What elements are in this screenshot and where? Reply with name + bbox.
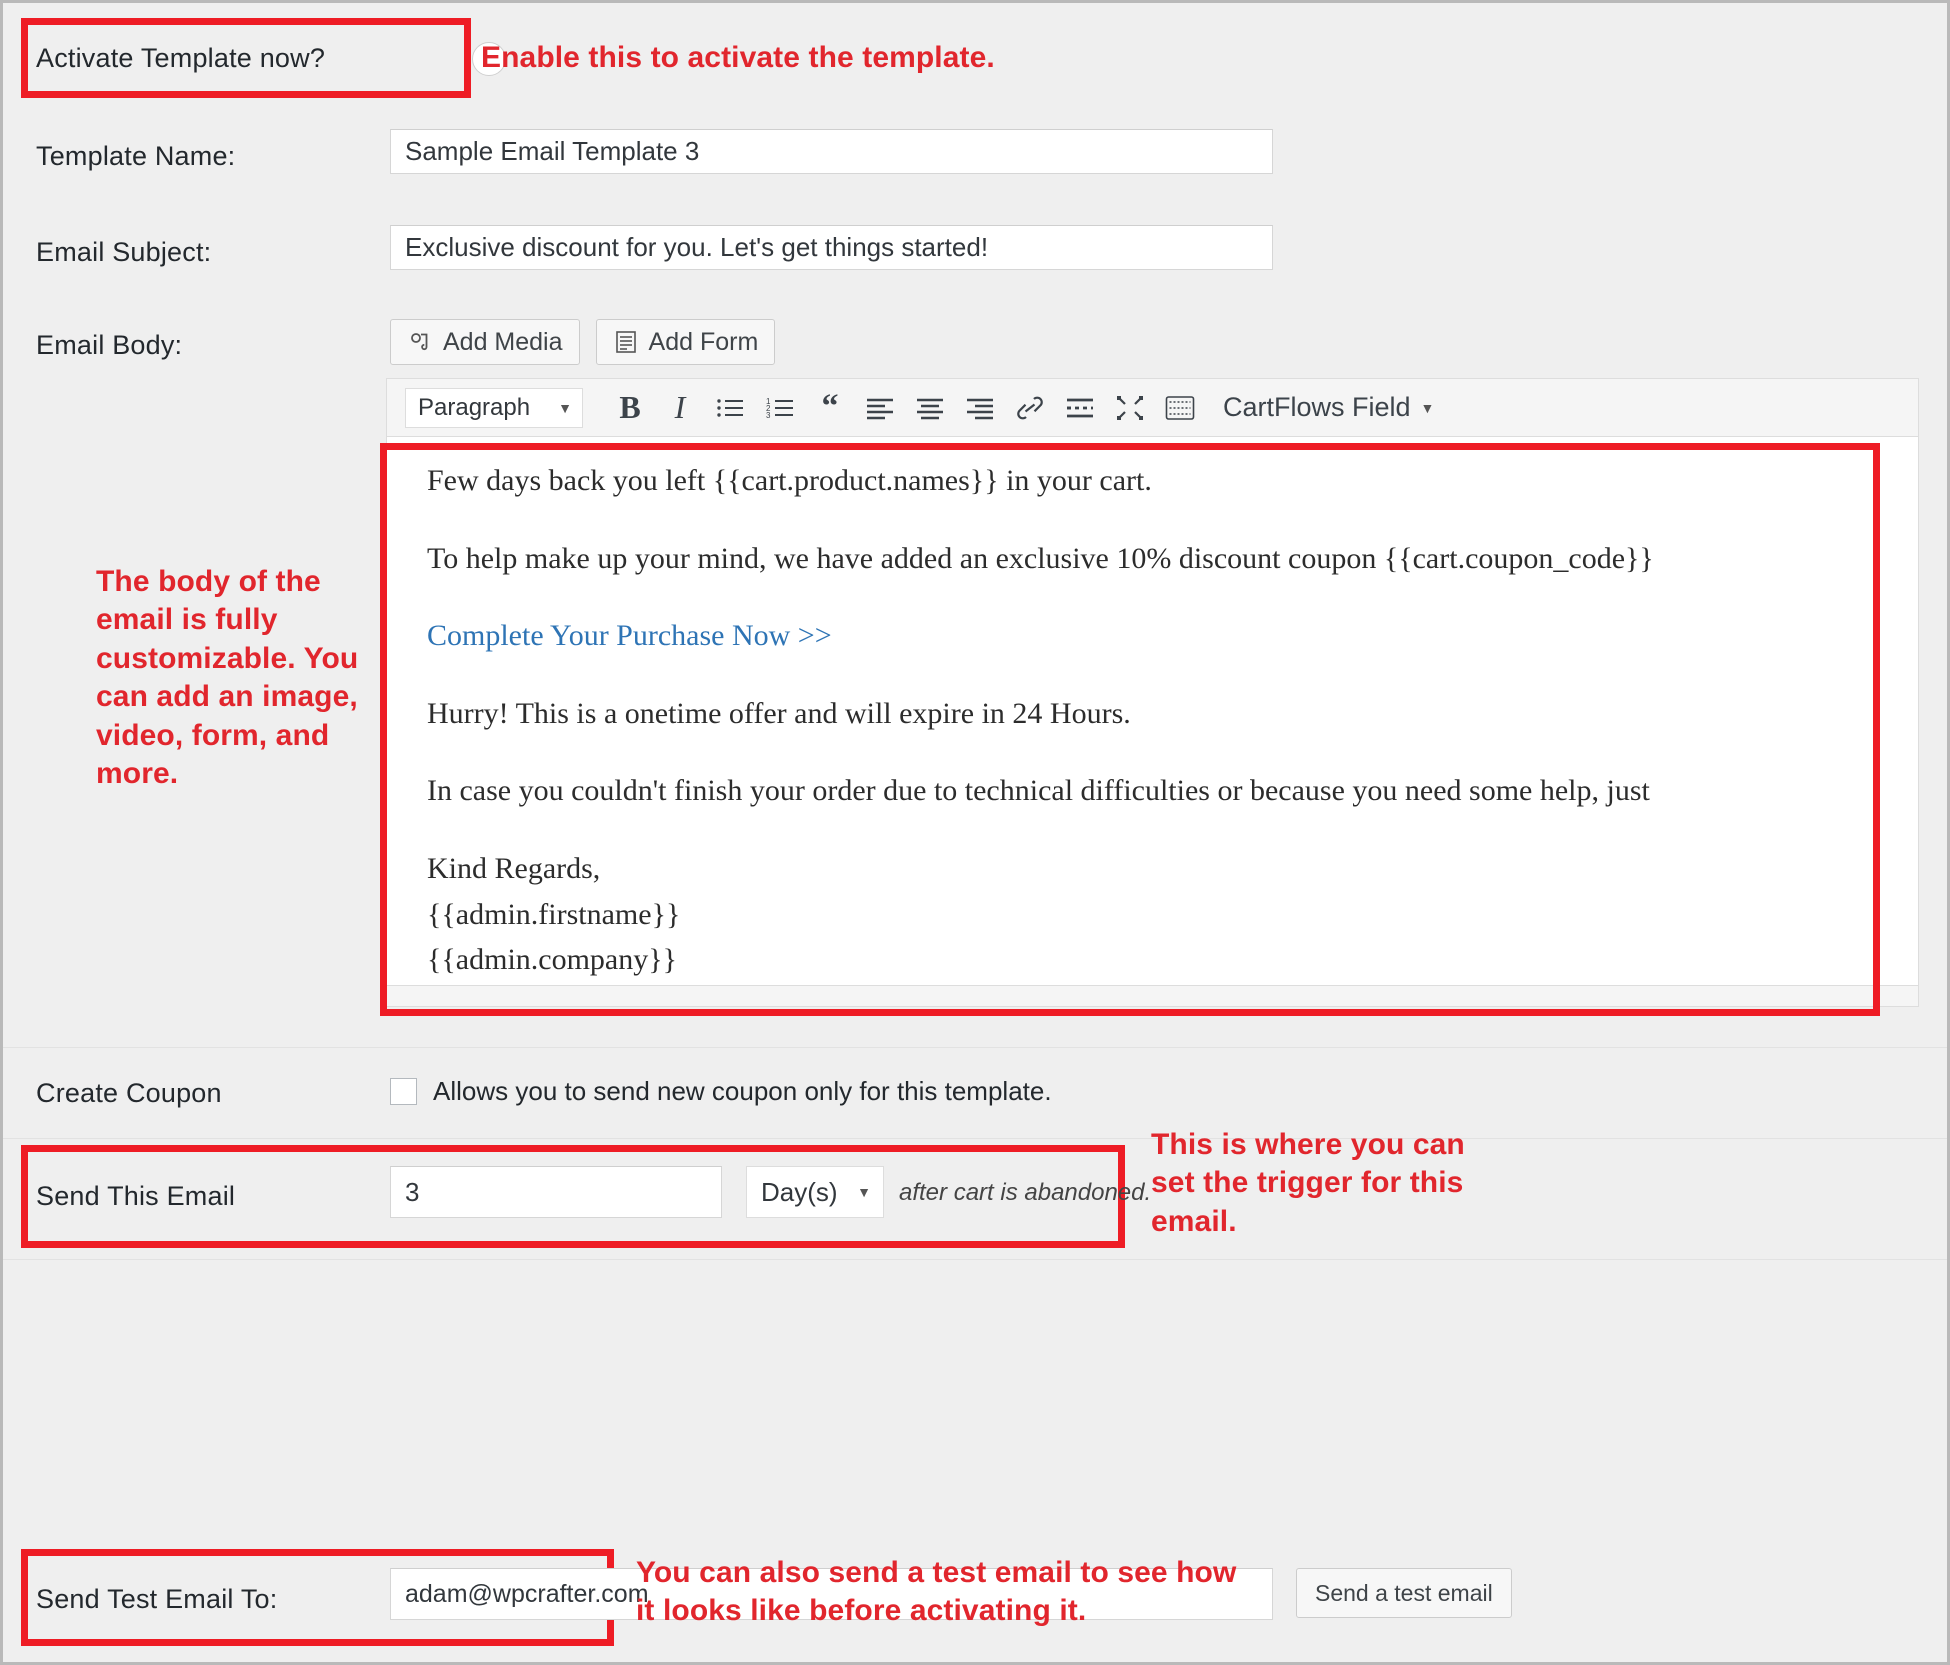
- activate-template-label: Activate Template now?: [36, 43, 326, 73]
- media-icon: [407, 329, 433, 355]
- create-coupon-checkbox[interactable]: [390, 1078, 417, 1105]
- email-body-row: Email Body:: [36, 325, 182, 365]
- email-body-label: Email Body:: [36, 329, 183, 360]
- send-delay-suffix: after cart is abandoned.: [899, 1179, 1152, 1206]
- chevron-down-icon: ▼: [1420, 399, 1435, 416]
- send-test-email-button[interactable]: Send a test email: [1296, 1568, 1512, 1618]
- add-media-label: Add Media: [443, 327, 563, 356]
- svg-text:3: 3: [766, 411, 771, 420]
- create-coupon-label: Create Coupon: [36, 1077, 222, 1108]
- send-this-email-row: Send This Email: [36, 1172, 235, 1220]
- template-name-input[interactable]: [390, 129, 1273, 174]
- body-paragraph: In case you couldn't finish your order d…: [427, 774, 1650, 808]
- fullscreen-icon[interactable]: [1105, 386, 1155, 430]
- send-test-email-button-label: Send a test email: [1315, 1579, 1493, 1606]
- send-delay-unit-value: Day(s): [761, 1176, 838, 1207]
- body-paragraph: Hurry! This is a onetime offer and will …: [427, 696, 1131, 730]
- send-test-email-annotation: You can also send a test email to see ho…: [636, 1556, 1237, 1628]
- chevron-down-icon: ▼: [857, 1184, 871, 1200]
- body-cta-link[interactable]: Complete Your Purchase Now >>: [427, 618, 1918, 655]
- body-paragraph: Few days back you left {{cart.product.na…: [427, 464, 1152, 497]
- editor-toolbar: Paragraph ▼ B I 1 2 3 “ CartFlows Field …: [387, 379, 1918, 437]
- blockquote-icon[interactable]: “: [805, 386, 855, 430]
- email-body-editor: Paragraph ▼ B I 1 2 3 “ CartFlows Field …: [386, 378, 1919, 1007]
- divider: [3, 1047, 1947, 1048]
- form-icon: [613, 329, 639, 355]
- bulleted-list-icon[interactable]: [705, 386, 755, 430]
- activate-template-row: Activate Template now?: [36, 36, 507, 81]
- send-this-email-label: Send This Email: [36, 1180, 236, 1211]
- create-coupon-checkbox-group: Allows you to send new coupon only for t…: [390, 1076, 1052, 1107]
- cartflows-field-dropdown[interactable]: CartFlows Field ▼: [1223, 392, 1434, 423]
- send-this-email-annotation: This is where you can set the trigger fo…: [1151, 1128, 1465, 1238]
- email-body-annotation: The body of the email is fully customiza…: [96, 565, 359, 790]
- align-left-icon[interactable]: [855, 386, 905, 430]
- add-media-button[interactable]: Add Media: [390, 319, 580, 365]
- divider: [3, 1138, 1947, 1139]
- cartflows-field-label: CartFlows Field: [1223, 392, 1411, 422]
- align-center-icon[interactable]: [905, 386, 955, 430]
- body-signoff: {{admin.firstname}}: [427, 897, 681, 931]
- italic-icon[interactable]: I: [655, 386, 705, 430]
- template-name-label: Template Name:: [36, 140, 236, 171]
- activate-annotation: Enable this to activate the template.: [481, 41, 995, 74]
- paragraph-format-select[interactable]: Paragraph ▼: [405, 387, 583, 428]
- create-coupon-checkbox-label: Allows you to send new coupon only for t…: [433, 1076, 1052, 1106]
- bold-icon[interactable]: B: [605, 386, 655, 430]
- editor-status-bar: [387, 985, 1918, 1006]
- body-signoff: Kind Regards,: [427, 851, 601, 885]
- align-right-icon[interactable]: [955, 386, 1005, 430]
- body-paragraph: To help make up your mind, we have added…: [427, 541, 1654, 575]
- email-template-settings-page: Activate Template now? Enable this to ac…: [0, 0, 1950, 1665]
- toolbar-toggle-icon[interactable]: [1155, 386, 1205, 430]
- send-test-email-label: Send Test Email To:: [36, 1583, 278, 1614]
- add-form-button[interactable]: Add Form: [595, 319, 776, 365]
- divider: [3, 1259, 1947, 1260]
- email-subject-label: Email Subject:: [36, 236, 212, 267]
- link-icon[interactable]: [1005, 386, 1055, 430]
- numbered-list-icon[interactable]: 1 2 3: [755, 386, 805, 430]
- add-form-label: Add Form: [648, 327, 759, 356]
- media-buttons-group: Add Media Add Form: [390, 319, 776, 365]
- send-delay-input[interactable]: [390, 1166, 722, 1218]
- chevron-down-icon: ▼: [558, 399, 572, 416]
- read-more-icon[interactable]: [1055, 386, 1105, 430]
- email-body-textarea[interactable]: Few days back you left {{cart.product.na…: [387, 437, 1918, 985]
- paragraph-format-value: Paragraph: [418, 393, 531, 421]
- create-coupon-row: Create Coupon: [36, 1072, 222, 1114]
- send-delay-unit-select[interactable]: Day(s) ▼: [746, 1166, 884, 1218]
- body-signoff: {{admin.company}}: [427, 943, 678, 977]
- email-subject-input[interactable]: [390, 225, 1273, 270]
- send-test-email-row: Send Test Email To:: [36, 1575, 277, 1623]
